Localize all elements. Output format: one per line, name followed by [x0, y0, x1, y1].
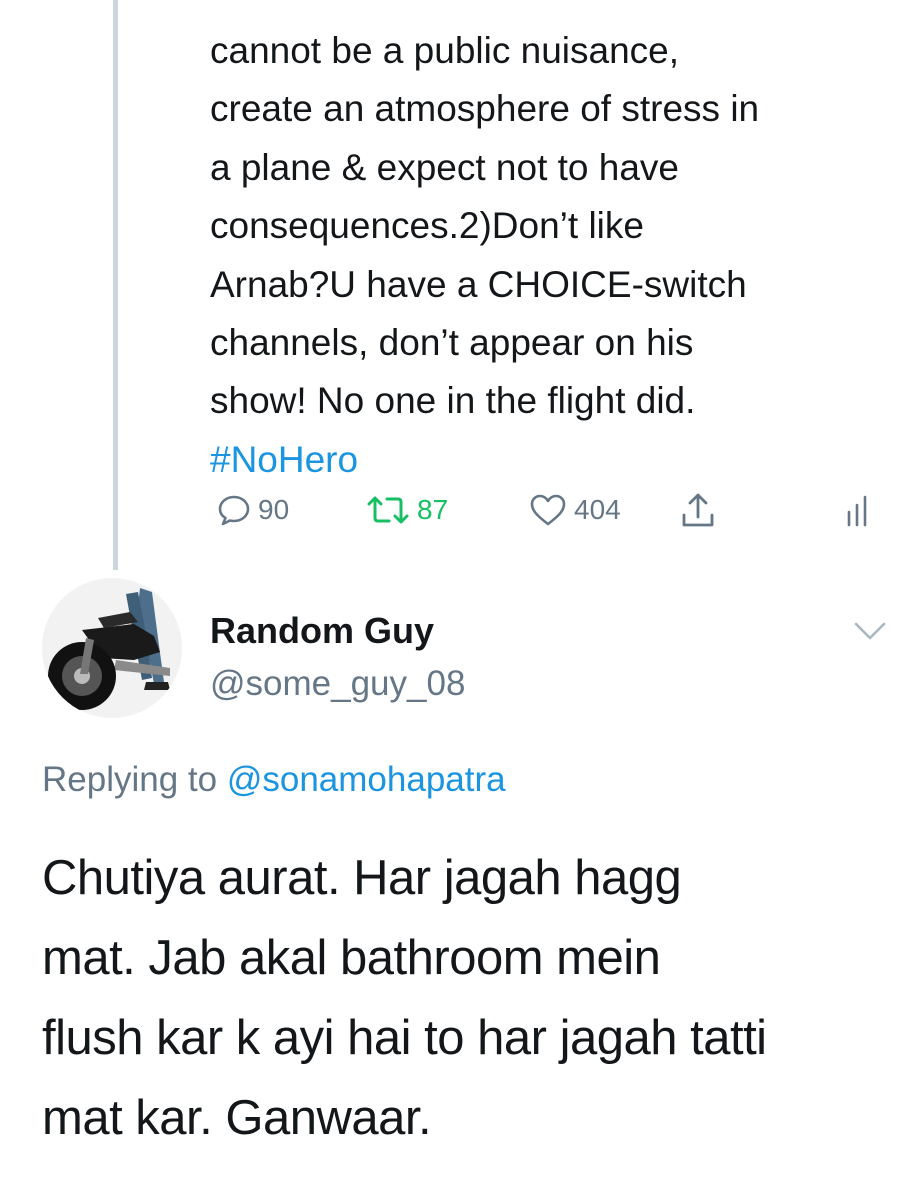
- tweet-text-line: Chutiya aurat. Har jagah hagg: [42, 851, 682, 905]
- reply-tweet-text: Chutiya aurat. Har jagah hagg mat. Jab a…: [42, 838, 902, 1158]
- analytics-button[interactable]: [844, 488, 874, 532]
- avatar[interactable]: [42, 578, 182, 718]
- analytics-icon: [844, 492, 874, 528]
- tweet-text-line: create an atmosphere of stress in: [210, 88, 760, 130]
- tweet-action-bar: 90 87 404: [210, 488, 890, 532]
- tweet-text-line: mat. Jab akal bathroom mein: [42, 931, 661, 985]
- like-count: 404: [574, 494, 621, 525]
- tweet-text-line: a plane & expect not to have: [210, 146, 680, 188]
- tweet-text-line: flush kar k ayi hai to har jagah tatti: [42, 1011, 767, 1065]
- tweet-text-line: consequences.2)Don’t like: [210, 205, 644, 247]
- share-button[interactable]: [678, 488, 718, 532]
- author-name[interactable]: Random Guy: [210, 610, 434, 652]
- tweet-text-line: mat kar. Ganwaar.: [42, 1091, 432, 1145]
- heart-icon: [528, 492, 568, 528]
- reply-count: 90: [258, 494, 290, 525]
- retweet-count: 87: [417, 494, 449, 525]
- tweet-menu-button[interactable]: [852, 618, 888, 644]
- motorcycle-avatar: [42, 578, 182, 718]
- replying-to-context: Replying to @sonamohapatra: [42, 760, 506, 800]
- like-button[interactable]: 404: [528, 488, 621, 532]
- author-handle[interactable]: @some_guy_08: [210, 664, 465, 704]
- reply-bubble-icon: [216, 492, 252, 528]
- tweet-text-line: cannot be a public nuisance,: [210, 30, 680, 71]
- share-icon: [678, 490, 718, 530]
- thread-connector-line: [113, 0, 118, 570]
- retweet-icon: [365, 492, 411, 528]
- tweet-text-line: show! No one in the flight did.: [210, 380, 696, 422]
- tweet-text-line: Arnab?U have a CHOICE-switch: [210, 263, 747, 305]
- parent-tweet-text: cannot be a public nuisance, create an a…: [210, 22, 900, 489]
- mention-link[interactable]: @sonamohapatra: [227, 760, 506, 799]
- replying-to-label: Replying to: [42, 760, 218, 799]
- reply-button[interactable]: 90: [216, 488, 289, 532]
- retweet-button[interactable]: 87: [365, 488, 448, 532]
- chevron-down-icon: [854, 622, 886, 640]
- hashtag-link[interactable]: #NoHero: [210, 431, 900, 489]
- tweet-text-line: channels, don’t appear on his: [210, 322, 694, 364]
